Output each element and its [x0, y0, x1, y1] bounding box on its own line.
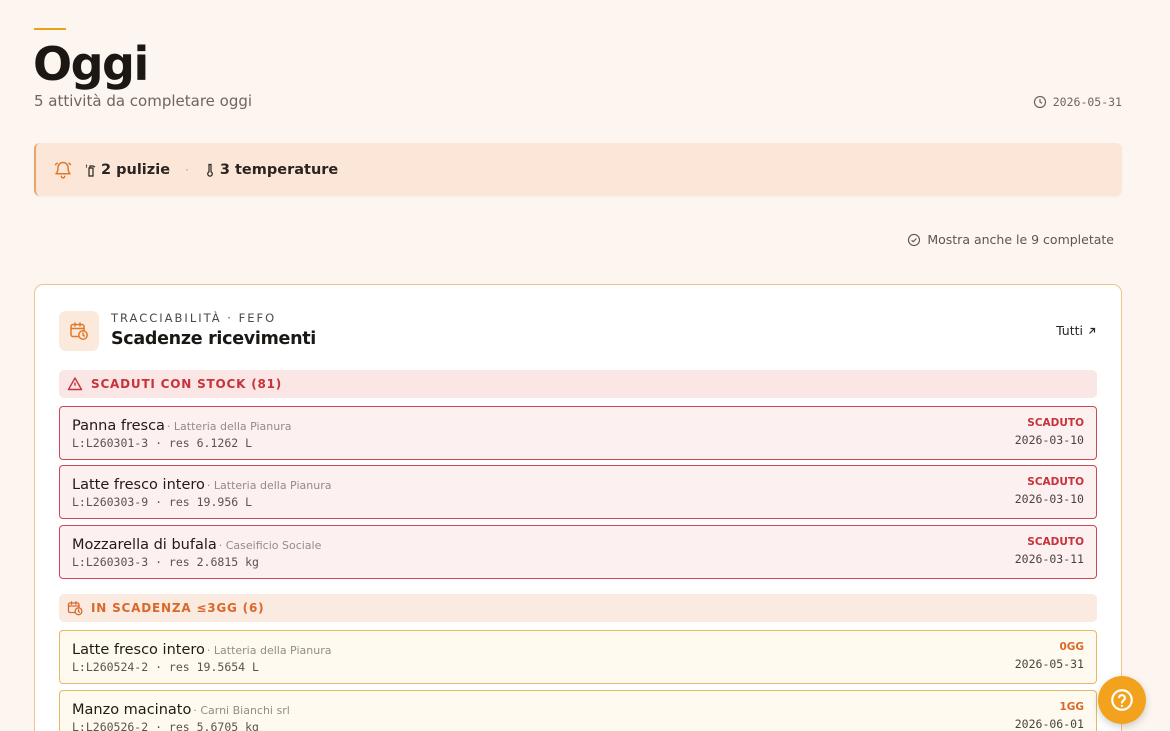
- view-all-label: Tutti: [1056, 323, 1083, 338]
- lot-status-badge: SCADUTO: [1027, 417, 1084, 429]
- bell-icon: [53, 160, 73, 180]
- lot-row[interactable]: Panna fresca · Latteria della Pianura L:L…: [59, 406, 1097, 460]
- lot-supplier: · Latteria della Pianura: [206, 479, 332, 492]
- lot-expiry-date: 2026-03-10: [1014, 492, 1084, 506]
- lot-detail: L:L260303-9 · res 19.956 L: [72, 495, 253, 509]
- calendar-clock-icon: [59, 311, 99, 351]
- lot-detail: L:L260526-2 · res 5.6705 kg: [72, 720, 259, 731]
- pending-alerts-banner: 2 pulizie · 3 temperature: [34, 143, 1122, 196]
- lot-product: Manzo macinato: [72, 702, 192, 718]
- view-all-link[interactable]: Tutti: [1056, 323, 1097, 338]
- lot-row[interactable]: Latte fresco intero · Latteria della Pian…: [59, 630, 1097, 684]
- help-circle-icon: [1111, 689, 1133, 711]
- title-accent-bar: [34, 28, 66, 30]
- lot-row[interactable]: Mozzarella di bufala · Caseificio Sociale…: [59, 525, 1097, 579]
- lot-row[interactable]: Manzo macinato · Carni Bianchi srl L:L260…: [59, 690, 1097, 731]
- lot-product: Latte fresco intero: [72, 642, 205, 658]
- lot-expiry-date: 2026-03-11: [1014, 552, 1084, 566]
- lot-supplier: · Latteria della Pianura: [206, 644, 332, 657]
- lot-expiry-date: 2026-06-01: [1014, 717, 1084, 731]
- lot-supplier: · Latteria della Pianura: [166, 420, 292, 433]
- lot-status-badge: SCADUTO: [1027, 476, 1084, 488]
- lot-product: Panna fresca: [72, 418, 165, 434]
- show-completed-toggle[interactable]: Mostra anche le 9 completate: [907, 232, 1114, 247]
- lot-detail: L:L260301-3 · res 6.1262 L: [72, 436, 253, 450]
- chip-separator: ·: [185, 162, 189, 177]
- lot-detail: L:L260303-3 · res 2.6815 kg: [72, 555, 259, 569]
- cleaning-tasks-label: 2 pulizie: [101, 161, 171, 178]
- today-page: Oggi 5 attività da completare oggi 2026-…: [0, 0, 1170, 731]
- lot-detail: L:L260524-2 · res 19.5654 L: [72, 660, 259, 674]
- expiring-soon-section-title: IN SCADENZA ≤3GG (6): [91, 601, 265, 615]
- cleaning-tasks-chip[interactable]: 2 pulizie: [85, 162, 170, 178]
- lot-status-badge: 1GG: [1059, 701, 1084, 713]
- receipt-expiry-card: TRACCIABILITÀ · FEFO Scadenze riceviment…: [34, 284, 1122, 731]
- temperature-tasks-chip[interactable]: 3 temperature: [204, 162, 338, 178]
- date-text: 2026-05-31: [1052, 95, 1122, 109]
- lot-status-badge: 0GG: [1059, 641, 1084, 653]
- clock-icon: [1033, 95, 1046, 109]
- thermometer-icon: [206, 163, 213, 177]
- page-subtitle: 5 attività da completare oggi: [34, 92, 253, 110]
- page-title: Oggi: [33, 37, 149, 91]
- card-title: Scadenze ricevimenti: [111, 329, 316, 349]
- expired-section-title: SCADUTI CON STOCK (81): [91, 377, 283, 391]
- card-eyebrow: TRACCIABILITÀ · FEFO: [111, 311, 277, 325]
- check-circle-icon: [908, 233, 921, 246]
- lot-product: Mozzarella di bufala: [72, 537, 217, 553]
- arrow-up-right-icon: [1089, 327, 1096, 334]
- lot-product: Latte fresco intero: [72, 477, 205, 493]
- lot-status-badge: SCADUTO: [1027, 536, 1084, 548]
- expiring-soon-section-header[interactable]: IN SCADENZA ≤3GG (6): [59, 594, 1097, 622]
- lot-expiry-date: 2026-03-10: [1014, 433, 1084, 447]
- current-date: 2026-05-31: [1033, 95, 1122, 109]
- spray-bottle-icon: [85, 163, 96, 177]
- lot-row[interactable]: Latte fresco intero · Latteria della Pian…: [59, 465, 1097, 519]
- lot-expiry-date: 2026-05-31: [1014, 657, 1084, 671]
- calendar-clock-icon: [67, 601, 83, 616]
- help-button[interactable]: [1098, 676, 1146, 724]
- show-completed-label: Mostra anche le 9 completate: [927, 232, 1114, 247]
- temperature-tasks-label: 3 temperature: [219, 161, 339, 178]
- lot-supplier: · Carni Bianchi srl: [193, 704, 290, 717]
- expired-section-header[interactable]: SCADUTI CON STOCK (81): [59, 370, 1097, 398]
- warning-triangle-icon: [67, 377, 83, 391]
- lot-supplier: · Caseificio Sociale: [218, 539, 322, 552]
